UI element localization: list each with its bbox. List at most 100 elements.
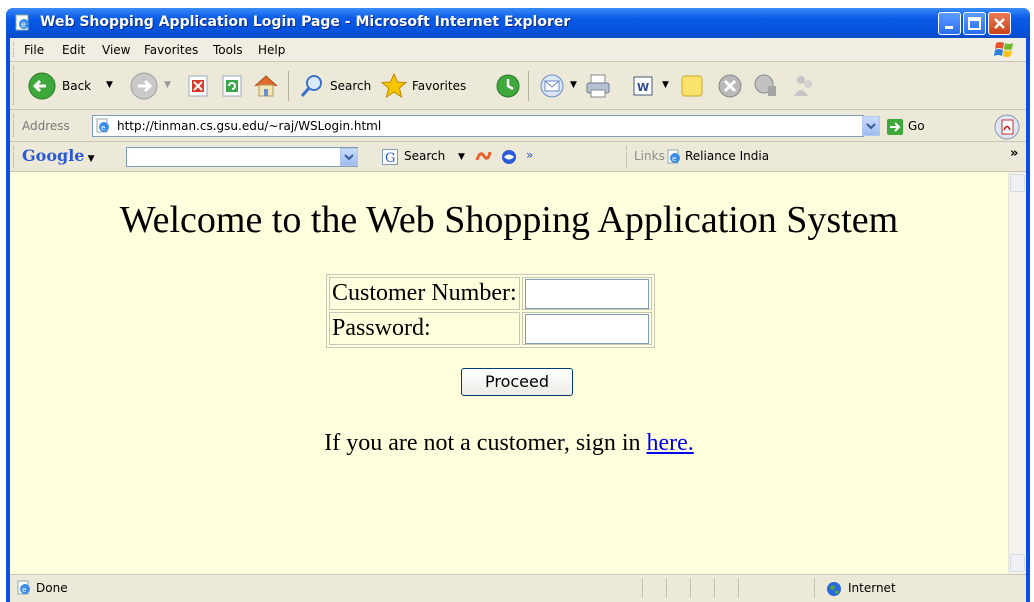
table-row: Customer Number: (329, 277, 652, 310)
ie-page-icon: e (17, 580, 30, 595)
ie-page-icon: e (15, 14, 29, 31)
google-grip[interactable] (13, 146, 15, 167)
maximize-button[interactable] (963, 12, 986, 35)
browser-client: File Edit View Favorites Tools Help Back… (10, 38, 1026, 602)
search-button-label[interactable]: Search (330, 79, 371, 93)
page-heading: Welcome to the Web Shopping Application … (119, 199, 899, 241)
customer-number-label: Customer Number: (329, 277, 520, 310)
google-news-icon[interactable] (500, 148, 518, 166)
back-arrow-icon[interactable] (26, 70, 58, 102)
links-label: Links (634, 149, 665, 163)
standard-toolbar: Back ▼ ▼ Search Favorites ▼ W ▼ (10, 62, 1026, 110)
signin-link[interactable]: here. (647, 430, 694, 456)
svg-text:e: e (21, 20, 26, 29)
forward-dropdown-icon[interactable]: ▼ (164, 80, 171, 90)
password-input[interactable] (524, 313, 649, 344)
menu-view[interactable]: View (102, 43, 130, 57)
edit-dropdown-icon[interactable]: ▼ (662, 80, 669, 90)
window-title: Web Shopping Application Login Page - Mi… (40, 14, 571, 30)
address-input[interactable]: e http://tinman.cs.gsu.edu/~raj/WSLogin.… (92, 115, 864, 137)
ie-page-icon: e (96, 118, 109, 133)
google-search-dropdown-icon[interactable]: ▼ (458, 152, 465, 162)
google-pagerank-icon[interactable] (474, 148, 492, 166)
status-divider (738, 578, 739, 598)
address-grip[interactable] (13, 114, 15, 137)
favorites-star-icon[interactable] (378, 70, 410, 102)
svg-text:W: W (637, 81, 649, 94)
google-search-dropdown[interactable] (340, 148, 358, 166)
google-logo[interactable]: Google ▼ (22, 146, 95, 165)
maximize-icon (968, 17, 981, 30)
password-label: Password: (329, 312, 520, 345)
google-menu-arrow-icon: ▼ (84, 154, 95, 164)
google-toolbar: Google ▼ G Search ▼ » Links e Reliance I… (10, 142, 1026, 172)
title-bar[interactable]: e Web Shopping Application Login Page - … (6, 8, 1030, 38)
chevron-down-icon (344, 154, 354, 161)
table-row: Password: (329, 312, 652, 345)
address-dropdown-button[interactable] (862, 116, 880, 136)
ie-page-icon: e (667, 149, 680, 164)
password-cell (521, 312, 652, 345)
status-bar: e Done Internet (10, 574, 1026, 602)
svg-text:e: e (672, 155, 676, 163)
proceed-button[interactable]: Proceed (461, 368, 573, 396)
status-divider (666, 578, 667, 598)
menu-help[interactable]: Help (258, 43, 285, 57)
go-button[interactable]: Go (886, 118, 934, 136)
messenger-icon[interactable] (788, 70, 820, 102)
address-url[interactable]: http://tinman.cs.gsu.edu/~raj/WSLogin.ht… (117, 119, 381, 133)
status-text: Done (36, 581, 68, 595)
research-icon[interactable] (750, 70, 782, 102)
toolbar-overflow-chevron-icon[interactable]: » (1010, 146, 1018, 161)
menu-favorites[interactable]: Favorites (144, 43, 198, 57)
minimize-button[interactable] (938, 12, 961, 35)
search-icon[interactable] (296, 70, 328, 102)
security-zone-label: Internet (848, 581, 896, 595)
address-label: Address (22, 119, 70, 133)
stop-icon[interactable] (182, 70, 214, 102)
menu-file[interactable]: File (24, 43, 44, 57)
chevron-down-icon (866, 123, 876, 130)
go-arrow-icon (887, 119, 903, 135)
link-reliance-india[interactable]: Reliance India (685, 149, 769, 163)
menu-tools[interactable]: Tools (213, 43, 243, 57)
google-search-input[interactable] (126, 147, 358, 167)
address-bar: Address e http://tinman.cs.gsu.edu/~raj/… (10, 110, 1026, 142)
internet-globe-icon (827, 582, 841, 596)
forward-arrow-icon[interactable] (128, 70, 160, 102)
favorites-button-label[interactable]: Favorites (412, 79, 466, 93)
login-form-table: Customer Number: Password: (326, 274, 655, 348)
minimize-icon (945, 26, 953, 29)
messenger-blocked-icon[interactable] (714, 70, 746, 102)
toolbar-grip[interactable] (13, 66, 15, 105)
toolbar-separator (288, 71, 289, 101)
menu-grip[interactable] (13, 42, 15, 57)
google-search-button-label[interactable]: Search (404, 149, 445, 163)
status-divider (814, 578, 815, 598)
notes-icon[interactable] (676, 70, 708, 102)
mail-dropdown-icon[interactable]: ▼ (570, 80, 577, 90)
vertical-scrollbar[interactable] (1008, 172, 1026, 574)
customer-number-cell (521, 277, 652, 310)
google-more-chevron-icon[interactable]: » (526, 148, 533, 162)
status-divider (714, 578, 715, 598)
back-button-label[interactable]: Back (62, 79, 91, 93)
menu-edit[interactable]: Edit (62, 43, 85, 57)
history-icon[interactable] (492, 70, 524, 102)
mail-icon[interactable] (536, 70, 568, 102)
home-icon[interactable] (250, 70, 282, 102)
scroll-down-button[interactable] (1010, 554, 1025, 572)
close-button[interactable] (988, 12, 1011, 35)
pdf-icon[interactable] (994, 114, 1020, 140)
word-edit-icon[interactable]: W (626, 70, 658, 102)
back-dropdown-icon[interactable]: ▼ (106, 80, 113, 90)
refresh-icon[interactable] (216, 70, 248, 102)
links-grip[interactable] (626, 146, 628, 167)
scroll-up-button[interactable] (1010, 174, 1025, 192)
close-icon (994, 18, 1005, 29)
svg-text:e: e (22, 586, 26, 594)
customer-number-input[interactable] (524, 278, 649, 309)
google-search-icon[interactable]: G (382, 149, 398, 165)
go-label[interactable]: Go (908, 119, 925, 133)
print-icon[interactable] (582, 70, 614, 102)
